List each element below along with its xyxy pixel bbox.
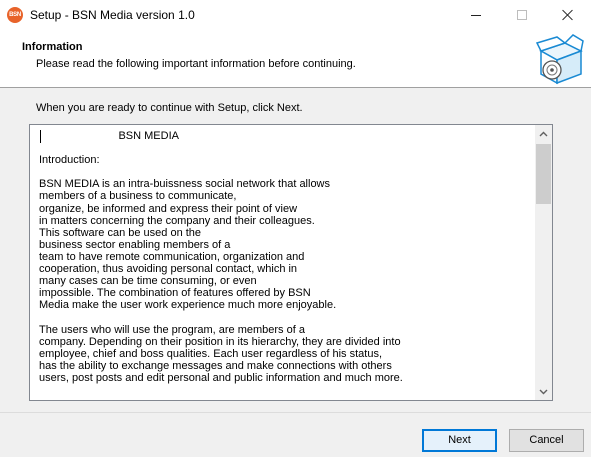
wizard-header: Information Please read the following im…	[0, 30, 591, 88]
scroll-up-button[interactable]	[535, 125, 552, 142]
scroll-down-icon	[539, 389, 548, 394]
cancel-button[interactable]: Cancel	[509, 429, 584, 452]
minimize-icon	[471, 14, 481, 16]
next-button[interactable]: Next	[422, 429, 497, 452]
vertical-scrollbar[interactable]	[535, 125, 552, 400]
scroll-down-button[interactable]	[535, 383, 552, 400]
scroll-thumb[interactable]	[536, 144, 551, 204]
maximize-icon	[517, 10, 527, 20]
close-icon	[562, 9, 574, 21]
setup-box-icon	[535, 34, 584, 85]
minimize-button[interactable]	[453, 0, 499, 30]
instruction-text: When you are ready to continue with Setu…	[36, 102, 303, 114]
window-title: Setup - BSN Media version 1.0	[30, 8, 195, 22]
page-subtitle: Please read the following important info…	[36, 58, 356, 70]
title-bar: BSN Setup - BSN Media version 1.0	[0, 0, 591, 30]
footer-divider	[0, 412, 591, 413]
maximize-button[interactable]	[499, 0, 545, 30]
app-icon: BSN	[7, 7, 23, 23]
scroll-up-icon	[539, 131, 548, 136]
information-textbox[interactable]: BSN MEDIA Introduction: BSN MEDIA is an …	[29, 124, 553, 401]
information-text: BSN MEDIA Introduction: BSN MEDIA is an …	[39, 130, 403, 384]
close-button[interactable]	[545, 0, 591, 30]
page-title: Information	[22, 41, 83, 53]
